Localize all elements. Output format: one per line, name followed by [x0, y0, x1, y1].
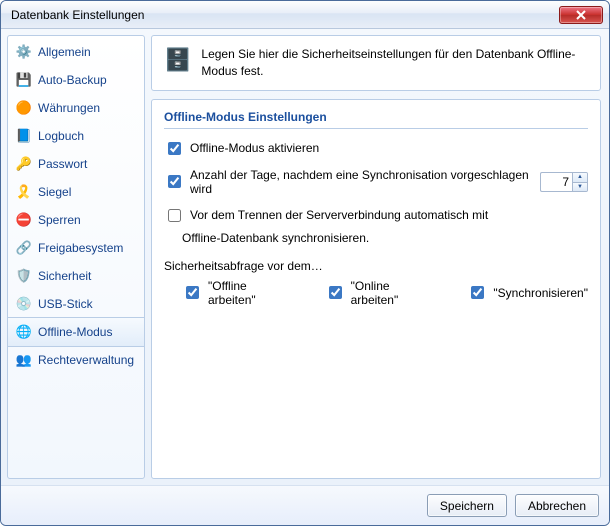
- sidebar-item-logbuch[interactable]: 📘 Logbuch: [8, 122, 144, 150]
- sidebar-item-freigabesystem[interactable]: 🔗 Freigabesystem: [8, 234, 144, 262]
- prompt-checkbox-0[interactable]: [186, 286, 199, 299]
- autosync-sub-label: Offline-Datenbank synchronisieren.: [182, 231, 369, 245]
- users-icon: 👥: [16, 352, 32, 368]
- sidebar-item-usb-stick[interactable]: 💿 USB-Stick: [8, 290, 144, 318]
- sidebar-item-label: Währungen: [38, 101, 100, 115]
- sidebar: ⚙️ Allgemein 💾 Auto-Backup 🟠 Währungen 📘 Logbuc…: [7, 35, 145, 479]
- enable-offline-checkbox[interactable]: [168, 142, 181, 155]
- save-button[interactable]: Speichern: [427, 494, 507, 517]
- prompt-row-2: "Synchronisieren": [467, 279, 588, 307]
- usb-icon: 💿: [16, 296, 32, 312]
- sidebar-item-w-hrungen[interactable]: 🟠 Währungen: [8, 94, 144, 122]
- currency-icon: 🟠: [16, 100, 32, 116]
- autosync-sub-row: Offline-Datenbank synchronisieren.: [182, 231, 588, 245]
- prompt-row-0: "Offline arbeiten": [182, 279, 289, 307]
- days-checkbox[interactable]: [168, 175, 181, 188]
- block-icon: ⛔: [16, 212, 32, 228]
- section-title: Offline-Modus Einstellungen: [164, 110, 588, 129]
- dialog-body: ⚙️ Allgemein 💾 Auto-Backup 🟠 Währungen 📘 Logbuc…: [1, 29, 609, 485]
- sidebar-item-siegel[interactable]: 🎗️ Siegel: [8, 178, 144, 206]
- spinner-buttons: ▲ ▼: [572, 172, 588, 192]
- shield-icon: 🛡️: [16, 268, 32, 284]
- cancel-button[interactable]: Abbrechen: [515, 494, 599, 517]
- sidebar-item-label: Sperren: [38, 213, 81, 227]
- sidebar-item-offline-modus[interactable]: 🌐 Offline-Modus: [8, 317, 144, 347]
- days-label: Anzahl der Tage, nachdem eine Synchronis…: [190, 168, 534, 196]
- sidebar-item-label: Allgemein: [38, 45, 91, 59]
- settings-panel: Offline-Modus Einstellungen Offline-Modu…: [151, 99, 601, 479]
- sidebar-item-sperren[interactable]: ⛔ Sperren: [8, 206, 144, 234]
- sidebar-item-label: Offline-Modus: [38, 325, 112, 339]
- info-text: Legen Sie hier die Sicherheitseinstellun…: [201, 46, 588, 80]
- days-input[interactable]: [540, 172, 572, 192]
- dialog-footer: Speichern Abbrechen: [1, 485, 609, 525]
- close-button[interactable]: [559, 6, 603, 24]
- enable-offline-row: Offline-Modus aktivieren: [164, 139, 588, 158]
- sidebar-item-label: Sicherheit: [38, 269, 91, 283]
- spinner-down[interactable]: ▼: [573, 182, 587, 191]
- close-icon: [576, 10, 586, 20]
- prompt-checkbox-2[interactable]: [471, 286, 484, 299]
- sidebar-item-label: Freigabesystem: [38, 241, 123, 255]
- prompt-label-2: "Synchronisieren": [493, 286, 588, 300]
- spinner-up[interactable]: ▲: [573, 173, 587, 182]
- prompt-title: Sicherheitsabfrage vor dem…: [164, 259, 323, 273]
- main-area: 🗄️ Legen Sie hier die Sicherheitseinstel…: [151, 35, 601, 479]
- save-icon: 💾: [16, 72, 32, 88]
- prompt-title-row: Sicherheitsabfrage vor dem…: [164, 259, 588, 273]
- sidebar-item-allgemein[interactable]: ⚙️ Allgemein: [8, 38, 144, 66]
- autosync-checkbox[interactable]: [168, 209, 181, 222]
- prompt-checks: "Offline arbeiten" "Online arbeiten" "Sync…: [182, 279, 588, 307]
- days-spinner: ▲ ▼: [540, 172, 588, 192]
- key-icon: 🔑: [16, 156, 32, 172]
- dialog-window: Datenbank Einstellungen ⚙️ Allgemein 💾 Auto…: [0, 0, 610, 526]
- days-row: Anzahl der Tage, nachdem eine Synchronis…: [164, 168, 588, 196]
- prompt-checkbox-1[interactable]: [329, 286, 342, 299]
- prompt-row-1: "Online arbeiten": [325, 279, 432, 307]
- sidebar-item-label: Passwort: [38, 157, 87, 171]
- prompt-label-0: "Offline arbeiten": [208, 279, 289, 307]
- autosync-row: Vor dem Trennen der Serververbindung aut…: [164, 206, 588, 225]
- sidebar-item-label: Rechteverwaltung: [38, 353, 134, 367]
- sidebar-item-auto-backup[interactable]: 💾 Auto-Backup: [8, 66, 144, 94]
- sidebar-item-label: Siegel: [38, 185, 71, 199]
- share-icon: 🔗: [16, 240, 32, 256]
- autosync-label: Vor dem Trennen der Serververbindung aut…: [190, 208, 488, 222]
- seal-icon: 🎗️: [16, 184, 32, 200]
- sidebar-item-label: Logbuch: [38, 129, 84, 143]
- gear-icon: ⚙️: [16, 44, 32, 60]
- window-title: Datenbank Einstellungen: [11, 8, 144, 22]
- info-box: 🗄️ Legen Sie hier die Sicherheitseinstel…: [151, 35, 601, 91]
- sidebar-item-rechteverwaltung[interactable]: 👥 Rechteverwaltung: [8, 346, 144, 374]
- offline-icon: 🌐: [16, 324, 32, 340]
- database-info-icon: 🗄️: [164, 46, 191, 74]
- sidebar-item-label: Auto-Backup: [38, 73, 107, 87]
- sidebar-item-label: USB-Stick: [38, 297, 93, 311]
- titlebar: Datenbank Einstellungen: [1, 1, 609, 29]
- sidebar-item-passwort[interactable]: 🔑 Passwort: [8, 150, 144, 178]
- logbook-icon: 📘: [16, 128, 32, 144]
- sidebar-item-sicherheit[interactable]: 🛡️ Sicherheit: [8, 262, 144, 290]
- prompt-label-1: "Online arbeiten": [351, 279, 432, 307]
- enable-offline-label: Offline-Modus aktivieren: [190, 141, 319, 155]
